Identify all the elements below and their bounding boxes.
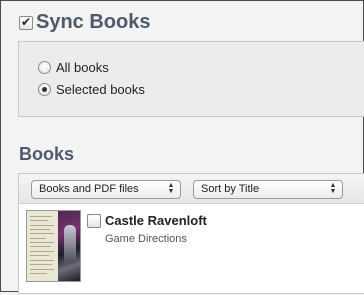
all-books-option[interactable]: All books [38, 60, 109, 75]
books-section-title: Books [19, 144, 75, 164]
book-title: Castle Ravenloft [105, 213, 207, 228]
sync-books-header: Sync Books [19, 11, 150, 34]
selected-books-label: Selected books [56, 82, 145, 97]
book-select-checkbox[interactable] [87, 214, 101, 228]
books-filter-popup[interactable]: Books and PDF files ▲ ▼ [31, 180, 181, 199]
sync-options-panel: All books Selected books [18, 41, 364, 117]
selected-books-option[interactable]: Selected books [38, 82, 145, 97]
all-books-radio[interactable] [38, 61, 51, 74]
popup-arrows-icon: ▲ ▼ [329, 182, 337, 195]
sort-label: Sort by Title [201, 183, 260, 195]
book-list-item[interactable]: Castle Ravenloft Game Directions [19, 204, 364, 295]
popup-arrows-icon: ▲ ▼ [167, 182, 175, 195]
sync-books-checkbox[interactable] [19, 15, 33, 30]
sync-books-pane: Sync Books All books Selected books Book… [0, 0, 364, 294]
books-list-panel: Books and PDF files ▲ ▼ Sort by Title ▲ ▼ [18, 173, 364, 294]
books-toolbar: Books and PDF files ▲ ▼ Sort by Title ▲ ▼ [19, 174, 364, 204]
all-books-label: All books [56, 60, 109, 75]
book-cover-image [26, 210, 81, 282]
book-author: Game Directions [105, 233, 187, 245]
sync-books-label: Sync Books [36, 11, 151, 33]
selected-books-radio[interactable] [38, 83, 51, 96]
books-filter-label: Books and PDF files [39, 183, 139, 195]
sort-popup[interactable]: Sort by Title ▲ ▼ [193, 180, 343, 199]
